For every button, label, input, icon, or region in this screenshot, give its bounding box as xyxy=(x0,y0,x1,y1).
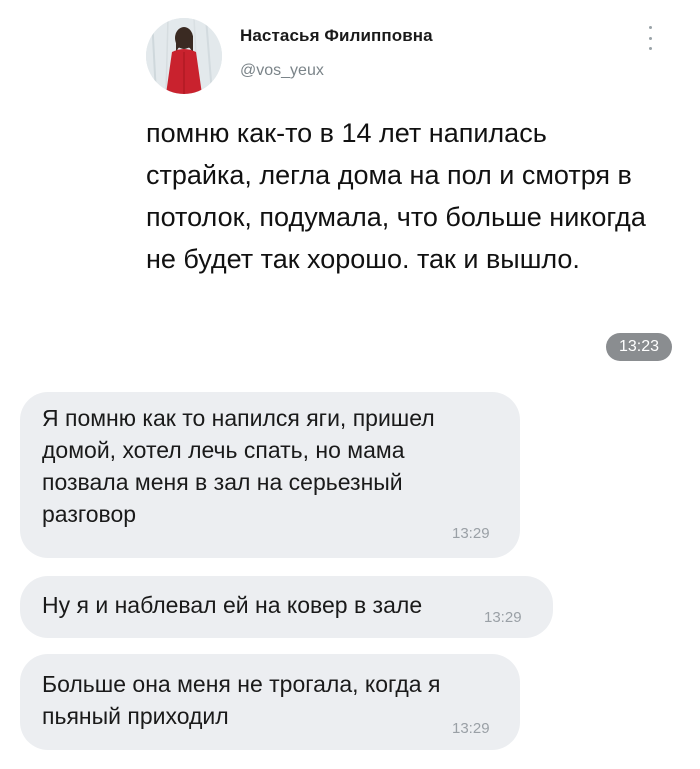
message-bubble[interactable]: Ну я и наблевал ей на ковер в зале 13:29 xyxy=(20,576,553,638)
embedded-tweet[interactable]: Настасья Филипповна @vos_yeux помню как-… xyxy=(130,0,670,330)
time-pill: 13:23 xyxy=(606,333,672,361)
message-bubble[interactable]: Больше она меня не трогала, когда я пьян… xyxy=(20,654,520,750)
message-text: Я помню как то напился яги, пришел домой… xyxy=(42,405,435,527)
vertical-dots-icon[interactable] xyxy=(642,26,658,50)
message-time: 13:29 xyxy=(484,609,522,626)
message-time: 13:29 xyxy=(452,720,490,737)
tweet-text: помню как-то в 14 лет напилась страйка, … xyxy=(146,118,646,274)
display-name[interactable]: Настасья Филипповна xyxy=(240,26,433,46)
avatar-girl-red-coat-icon xyxy=(146,18,222,94)
message-bubble[interactable]: Я помню как то напился яги, пришел домой… xyxy=(20,392,520,558)
avatar[interactable] xyxy=(146,18,222,94)
user-handle[interactable]: @vos_yeux xyxy=(240,62,324,80)
message-time: 13:29 xyxy=(452,525,490,542)
message-text: Больше она меня не трогала, когда я пьян… xyxy=(42,671,441,729)
message-text: Ну я и наблевал ей на ковер в зале xyxy=(42,592,423,618)
